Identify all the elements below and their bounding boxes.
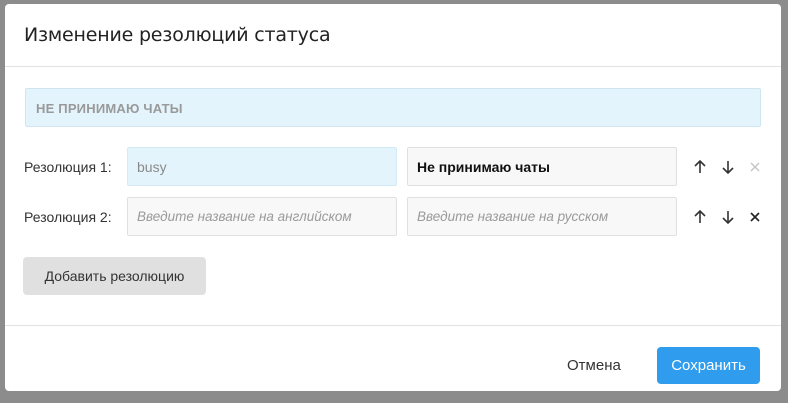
add-resolution-button[interactable]: Добавить резолюцию	[23, 257, 206, 295]
resolution-1-english-input[interactable]: busy	[127, 147, 397, 186]
arrow-up-icon[interactable]	[691, 158, 709, 176]
status-name-banner: НЕ ПРИНИМАЮ ЧАТЫ	[25, 88, 761, 127]
change-resolutions-dialog: Изменение резолюций статуса НЕ ПРИНИМАЮ …	[5, 4, 781, 391]
resolution-2-russian-input[interactable]: Введите название на русском	[407, 197, 677, 236]
dialog-header: Изменение резолюций статуса	[5, 4, 781, 67]
dialog-title: Изменение резолюций статуса	[24, 24, 331, 46]
footer-divider	[5, 325, 781, 326]
resolution-row-1: Резолюция 1: busy Не принимаю чаты	[5, 147, 781, 187]
resolution-row-2: Резолюция 2: Введите название на английс…	[5, 197, 781, 237]
arrow-down-icon[interactable]	[719, 158, 737, 176]
close-icon[interactable]	[746, 158, 764, 176]
save-button[interactable]: Сохранить	[657, 347, 760, 384]
cancel-button[interactable]: Отмена	[567, 357, 621, 374]
resolution-2-english-input[interactable]: Введите название на английском	[127, 197, 397, 236]
close-icon[interactable]	[746, 208, 764, 226]
arrow-down-icon[interactable]	[719, 208, 737, 226]
arrow-up-icon[interactable]	[691, 208, 709, 226]
resolution-1-russian-input[interactable]: Не принимаю чаты	[407, 147, 677, 186]
resolution-1-label: Резолюция 1:	[24, 159, 112, 175]
resolution-2-label: Резолюция 2:	[24, 209, 112, 225]
